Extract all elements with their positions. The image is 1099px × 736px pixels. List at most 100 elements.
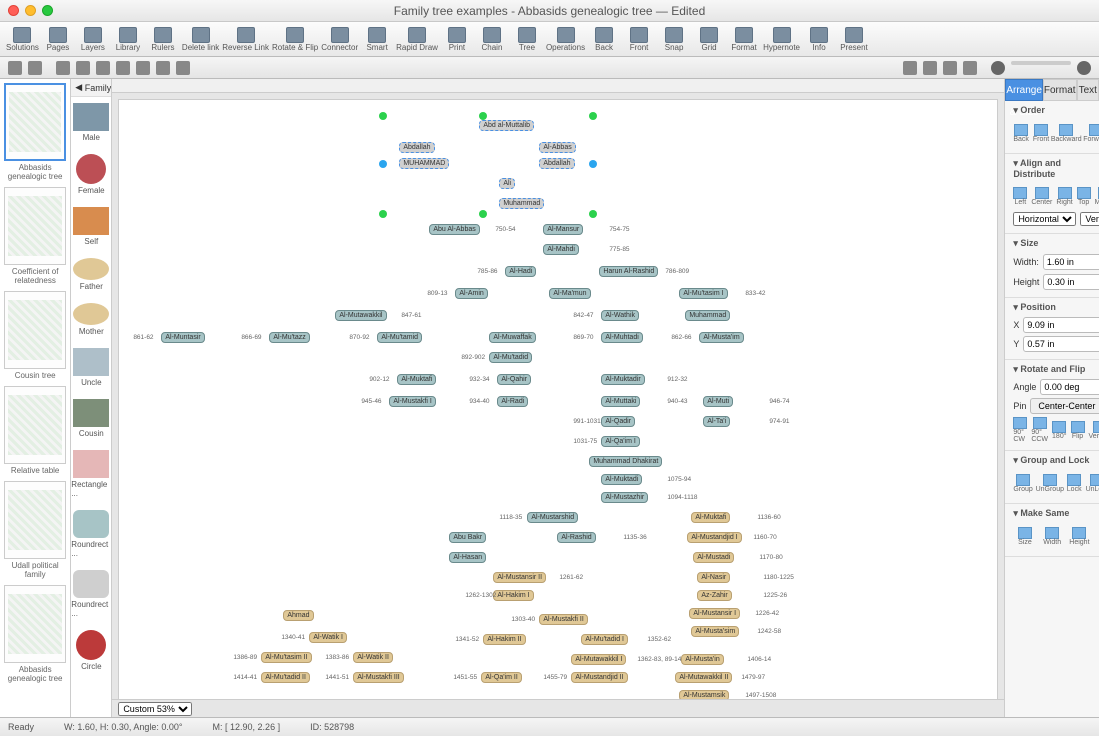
align-vertical-select[interactable]: Vertical — [1080, 212, 1099, 226]
zoom-minus-icon[interactable] — [991, 61, 1005, 75]
toolbar-print[interactable]: Print — [441, 23, 473, 56]
toolbar-smart[interactable]: Smart — [361, 23, 393, 56]
tree-node[interactable]: Harun Al-Rashid — [599, 266, 658, 277]
selection-handle[interactable] — [479, 112, 487, 120]
library-shape[interactable]: Circle — [71, 624, 111, 677]
ungroup-button[interactable]: UnGroup — [1037, 470, 1063, 496]
align-horizontal-select[interactable]: Horizontal — [1013, 212, 1076, 226]
selection-handle[interactable] — [479, 210, 487, 218]
tree-node[interactable]: Al-Muktadir — [601, 374, 644, 385]
tree-node[interactable]: Al-Mustansir I — [689, 608, 740, 619]
lock-button[interactable]: Lock — [1067, 470, 1082, 496]
toolbar-rotate-flip[interactable]: Rotate & Flip — [272, 23, 318, 56]
toolbar-reverse-link[interactable]: Reverse Link — [222, 23, 269, 56]
tree-node[interactable]: Al-Ma'mun — [549, 288, 590, 299]
page-thumb[interactable] — [4, 386, 66, 464]
library-shape[interactable]: Uncle — [71, 342, 111, 393]
tab-format[interactable]: Format — [1043, 79, 1077, 101]
flip-button[interactable]: Flip — [1071, 417, 1085, 443]
toolbar-operations[interactable]: Operations — [546, 23, 585, 56]
tree-node[interactable]: Al-Mustansir II — [493, 572, 546, 583]
toolbar-snap[interactable]: Snap — [658, 23, 690, 56]
tree-node[interactable]: Al-Musta'im — [699, 332, 743, 343]
tree-node[interactable]: Al-Hakim II — [483, 634, 525, 645]
page-thumb[interactable] — [4, 83, 66, 161]
tree-node-selected[interactable]: MUHAMMAD — [399, 158, 449, 169]
selection-handle[interactable] — [589, 160, 597, 168]
tree-node[interactable]: Al-Mu'tazz — [269, 332, 309, 343]
selection-handle[interactable] — [589, 210, 597, 218]
library-shape[interactable]: Mother — [71, 297, 111, 342]
selection-handle[interactable] — [589, 112, 597, 120]
width-input[interactable] — [1043, 254, 1099, 270]
toolbar-info[interactable]: Info — [803, 23, 835, 56]
tree-node-selected[interactable]: Ali — [499, 178, 515, 189]
toolbar-delete-link[interactable]: Delete link — [182, 23, 219, 56]
text-tool[interactable] — [28, 61, 42, 75]
tree-node-selected[interactable]: Al-Abbas — [539, 142, 575, 153]
tree-node[interactable]: Al-Watik I — [309, 632, 347, 643]
tree-node[interactable]: Al-Mustandjid I — [687, 532, 741, 543]
tree-node[interactable]: Al-Amin — [455, 288, 488, 299]
library-shape[interactable]: Father — [71, 252, 111, 297]
drawing-canvas[interactable]: Abd al-MuttalibAbdallahAl-AbbasMUHAMMADA… — [118, 99, 998, 699]
tree-node[interactable]: Al-Mansur — [543, 224, 583, 235]
curve-tool[interactable] — [116, 61, 130, 75]
tree-node[interactable]: Al-Mu'tadid I — [581, 634, 628, 645]
page-thumb[interactable] — [4, 481, 66, 559]
forward-button[interactable]: Forward — [1083, 120, 1099, 146]
library-shape[interactable]: Female — [71, 148, 111, 201]
line-tool[interactable] — [96, 61, 110, 75]
tab-arrange-size[interactable]: Arrange & Size — [1005, 79, 1043, 101]
-ccw-button[interactable]: 90° CCW — [1031, 417, 1048, 443]
backward-button[interactable]: Backward — [1053, 120, 1079, 146]
tree-node[interactable]: Muhammad Dhakirat — [589, 456, 662, 467]
x-input[interactable] — [1023, 317, 1099, 333]
vertical-button[interactable]: Vertical — [1089, 417, 1099, 443]
toolbar-rapid-draw[interactable]: Rapid Draw — [396, 23, 438, 56]
brush-tool[interactable] — [176, 61, 190, 75]
nav-back-icon[interactable]: ◀ — [75, 82, 82, 93]
tree-node[interactable]: Muhammad — [685, 310, 730, 321]
tree-node[interactable]: Abu Bakr — [449, 532, 486, 543]
tree-node[interactable]: Al-Muntasir — [161, 332, 204, 343]
toolbar-pages[interactable]: Pages — [42, 23, 74, 56]
toolbar-solutions[interactable]: Solutions — [6, 23, 39, 56]
rect-tool[interactable] — [56, 61, 70, 75]
toolbar-back[interactable]: Back — [588, 23, 620, 56]
tree-node[interactable]: Al-Mu'tadid II — [261, 672, 310, 683]
pointer-tool[interactable] — [8, 61, 22, 75]
selection-handle[interactable] — [379, 112, 387, 120]
toolbar-tree[interactable]: Tree — [511, 23, 543, 56]
tree-node[interactable]: Al-Mustandjid II — [571, 672, 627, 683]
library-shape[interactable]: Self — [71, 201, 111, 252]
tree-node[interactable]: Al-Mu'tasim II — [261, 652, 311, 663]
toolbar-format[interactable]: Format — [728, 23, 760, 56]
height-input[interactable] — [1043, 274, 1099, 290]
library-shape[interactable]: Rectangle ... — [71, 444, 111, 504]
tree-node-selected[interactable]: Abdallah — [539, 158, 574, 169]
tree-node[interactable]: Al-Qahir — [497, 374, 531, 385]
zoom-plus-icon[interactable] — [1077, 61, 1091, 75]
tree-node[interactable]: Al-Mustadi — [693, 552, 734, 563]
tree-node[interactable]: Al-Rashid — [557, 532, 595, 543]
tree-node[interactable]: Al-Muktadi — [601, 474, 642, 485]
zoom-tool[interactable] — [923, 61, 937, 75]
tree-node-selected[interactable]: Abdallah — [399, 142, 434, 153]
y-input[interactable] — [1023, 336, 1099, 352]
center-button[interactable]: Center — [1031, 183, 1052, 209]
tree-node[interactable]: Al-Hadi — [505, 266, 536, 277]
tree-node[interactable]: Al-Muhtadi — [601, 332, 642, 343]
tab-text[interactable]: Text — [1077, 79, 1099, 101]
tree-node[interactable]: Al-Muktafi — [397, 374, 436, 385]
pan-tool[interactable] — [943, 61, 957, 75]
tree-node-selected[interactable]: Muhammad — [499, 198, 544, 209]
back-button[interactable]: Back — [1013, 120, 1029, 146]
tree-node[interactable]: Al-Mu'tadid — [489, 352, 532, 363]
zoom-out-tool[interactable] — [903, 61, 917, 75]
tree-node[interactable]: Al-Qa'im I — [601, 436, 640, 447]
tree-node[interactable]: Al-Mu'tasim I — [679, 288, 727, 299]
tree-node[interactable]: Al-Musta'sim — [691, 626, 739, 637]
tree-node[interactable]: Al-Hasan — [449, 552, 486, 563]
tree-node[interactable]: Al-Mustakfi I — [389, 396, 436, 407]
